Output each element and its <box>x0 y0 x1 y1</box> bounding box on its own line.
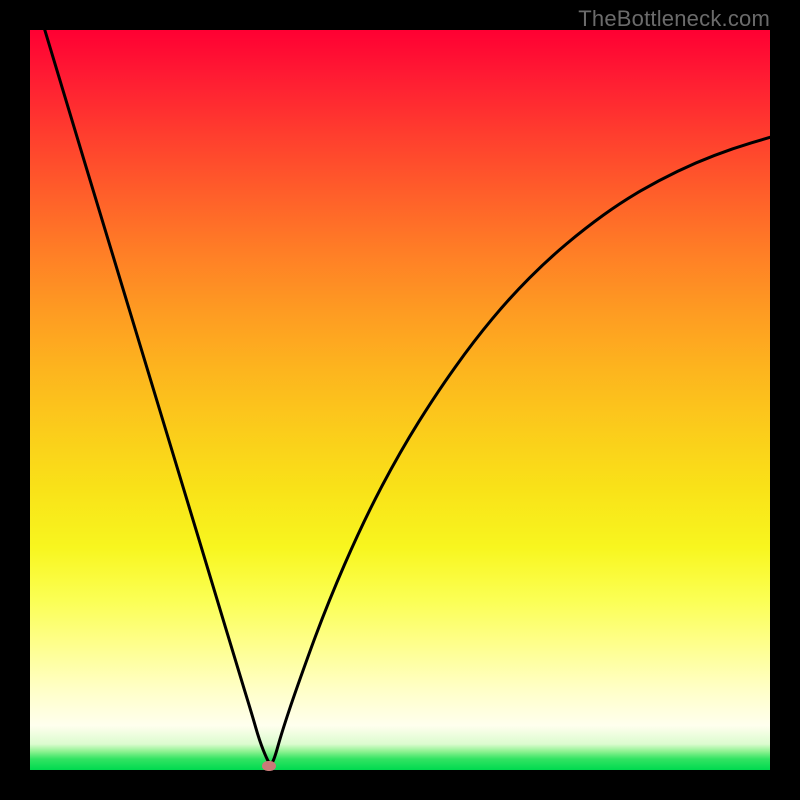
minimum-marker <box>262 761 276 771</box>
watermark-text: TheBottleneck.com <box>578 6 770 32</box>
plot-area <box>30 30 770 770</box>
chart-frame: TheBottleneck.com <box>0 0 800 800</box>
bottleneck-curve <box>45 30 770 763</box>
curve-svg <box>30 30 770 770</box>
